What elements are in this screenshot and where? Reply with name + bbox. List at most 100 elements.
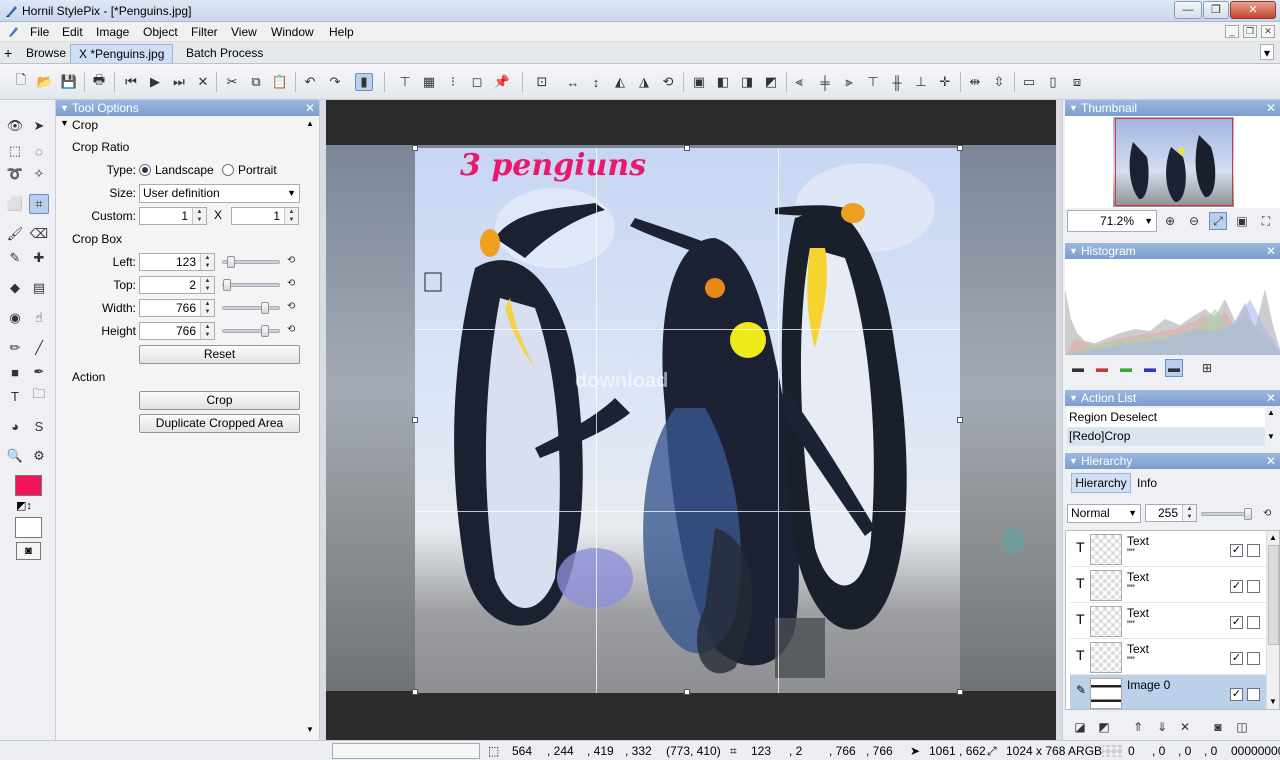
layer-visible-checkbox[interactable]: ✓ xyxy=(1230,544,1243,557)
portrait-label[interactable]: Portrait xyxy=(238,163,277,177)
pencil-icon[interactable]: ✏ xyxy=(5,338,25,358)
spinner-icon[interactable]: ▲ ▼ xyxy=(200,323,214,339)
slider-thumb[interactable] xyxy=(261,325,269,337)
spinner-icon[interactable]: ▲ ▼ xyxy=(192,208,206,224)
smudge-icon[interactable]: ☝ xyxy=(29,308,49,328)
layer-lock-checkbox[interactable] xyxy=(1247,688,1260,701)
grid-icon[interactable]: ▦ xyxy=(420,73,438,91)
arrange-front-icon[interactable]: ▣ xyxy=(690,73,708,91)
copy-icon[interactable]: ⧉ xyxy=(247,73,265,91)
same-width-icon[interactable]: ▭ xyxy=(1020,73,1038,91)
blend-mode-select[interactable]: Normal ▼ xyxy=(1067,504,1141,523)
layer-snapshot-icon[interactable]: ◙ xyxy=(1209,718,1227,736)
healing-icon[interactable]: ✚ xyxy=(29,248,49,268)
align-right-icon[interactable]: ⫸ xyxy=(840,73,858,91)
panel-close-icon[interactable]: ✕ xyxy=(1266,453,1276,469)
crop-handle-bottom-right[interactable] xyxy=(957,689,963,695)
spinner-icon[interactable]: ▲ ▼ xyxy=(200,300,214,316)
layer-visible-checkbox[interactable]: ✓ xyxy=(1230,652,1243,665)
mdi-minimize-button[interactable]: _ xyxy=(1225,25,1239,38)
histogram-red-icon[interactable]: ▬ xyxy=(1093,359,1111,377)
rect-select-icon[interactable]: ⬚ xyxy=(5,141,25,161)
full-screen-icon[interactable]: ⛶ xyxy=(1257,212,1275,230)
tab-penguins[interactable]: X *Penguins.jpg xyxy=(70,44,174,63)
eye-icon[interactable]: 👁 xyxy=(5,116,25,136)
flip-vertical-icon[interactable]: ↕ xyxy=(587,73,605,91)
reset-height-icon[interactable]: ⟲ xyxy=(287,324,295,335)
tab-info[interactable]: Info xyxy=(1137,476,1157,490)
new-layer-icon[interactable]: ◪ xyxy=(1071,718,1089,736)
layer-row[interactable]: T Text "" ✓ xyxy=(1070,639,1266,675)
landscape-label[interactable]: Landscape xyxy=(155,163,214,177)
layer-lock-checkbox[interactable] xyxy=(1247,616,1260,629)
align-top-icon[interactable]: ⊤ xyxy=(864,73,882,91)
scroll-up-icon[interactable]: ▲ xyxy=(1267,408,1275,417)
crop-handle-left[interactable] xyxy=(412,417,418,423)
same-size-icon[interactable]: ⧈ xyxy=(1068,73,1086,91)
guide-icon[interactable]: ⁝ xyxy=(444,73,462,91)
mdi-restore-button[interactable]: ❐ xyxy=(1243,25,1257,38)
move-down-icon[interactable]: ⇓ xyxy=(1153,718,1171,736)
spinner-icon[interactable]: ▲ ▼ xyxy=(200,254,214,270)
reset-button[interactable]: Reset xyxy=(139,345,300,364)
crop-handle-top-left[interactable] xyxy=(412,145,418,151)
zoom-icon[interactable]: 🔍 xyxy=(5,446,25,466)
crop-handle-bottom[interactable] xyxy=(684,689,690,695)
tab-browse[interactable]: Browse xyxy=(18,44,74,63)
align-left-icon[interactable]: ⫷ xyxy=(790,73,808,91)
panel-close-icon[interactable]: ✕ xyxy=(1266,100,1276,116)
scroll-down-icon[interactable]: ▼ xyxy=(306,725,314,734)
collapse-triangle-icon[interactable]: ▼ xyxy=(1069,243,1078,259)
scroll-down-icon[interactable]: ▼ xyxy=(1269,697,1277,706)
ellipse-select-icon[interactable]: ◌ xyxy=(29,141,49,161)
scroll-up-icon[interactable]: ▲ xyxy=(306,119,314,128)
undo-icon[interactable]: ↶ xyxy=(301,73,319,91)
action-list-item[interactable]: [Redo]Crop xyxy=(1067,427,1265,446)
lasso-icon[interactable]: ➰ xyxy=(5,164,25,184)
snap-icon[interactable]: ◻ xyxy=(468,73,486,91)
clone-icon[interactable]: ✎ xyxy=(5,248,25,268)
layer-lock-checkbox[interactable] xyxy=(1247,544,1260,557)
layer-lock-checkbox[interactable] xyxy=(1247,580,1260,593)
redo-icon[interactable]: ↷ xyxy=(326,73,344,91)
slider-thumb[interactable] xyxy=(261,302,269,314)
opacity-input[interactable]: 255 ▲ ▼ xyxy=(1145,504,1197,522)
landscape-radio[interactable] xyxy=(139,164,151,176)
size-select[interactable]: User definition ▼ xyxy=(139,184,300,203)
tab-list-dropdown[interactable]: ▾ xyxy=(1260,44,1275,60)
arrange-back-icon[interactable]: ◩ xyxy=(762,73,780,91)
menu-window[interactable]: Window xyxy=(271,25,314,39)
menu-help[interactable]: Help xyxy=(329,25,354,39)
menu-file[interactable]: File xyxy=(30,25,49,39)
arrange-backward-icon[interactable]: ◨ xyxy=(738,73,756,91)
thumbnail-image[interactable] xyxy=(1113,117,1234,207)
section-triangle-icon[interactable]: ▼ xyxy=(60,118,69,128)
rotate-left-icon[interactable]: ◭ xyxy=(611,73,629,91)
path-icon[interactable]: ✒ xyxy=(29,362,49,382)
scrollbar-thumb[interactable] xyxy=(1268,545,1279,645)
histogram-rgb-icon[interactable]: ▬ xyxy=(1165,359,1183,377)
maximize-button[interactable]: ❐ xyxy=(1203,1,1229,19)
paste-icon[interactable]: 📋 xyxy=(271,73,289,91)
previous-icon[interactable]: ⏮ xyxy=(122,73,140,91)
rotate-free-icon[interactable]: ⟲ xyxy=(659,73,677,91)
transform-icon[interactable]: ⬜ xyxy=(5,194,25,214)
spinner-icon[interactable]: ▲ ▼ xyxy=(284,208,298,224)
fit-canvas-icon[interactable]: ⊡ xyxy=(533,73,551,91)
distribute-horizontal-icon[interactable]: ⇹ xyxy=(966,73,984,91)
next-icon[interactable]: ⏭ xyxy=(170,73,188,91)
crop-handle-top[interactable] xyxy=(684,145,690,151)
layer-row-selected[interactable]: ✎ Image 0 ✓ xyxy=(1070,675,1266,709)
rotate-right-icon[interactable]: ◮ xyxy=(635,73,653,91)
slider-thumb[interactable] xyxy=(227,256,235,268)
align-bottom-icon[interactable]: ⊥ xyxy=(912,73,930,91)
flip-horizontal-icon[interactable]: ↔ xyxy=(564,73,582,91)
tab-hierarchy[interactable]: Hierarchy xyxy=(1071,473,1131,493)
fill-icon[interactable]: ◆ xyxy=(5,278,25,298)
panel-close-icon[interactable]: ✕ xyxy=(305,100,315,116)
layer-row[interactable]: T Text "" ✓ xyxy=(1070,603,1266,639)
scroll-up-icon[interactable]: ▲ xyxy=(1269,533,1277,542)
portrait-radio[interactable] xyxy=(222,164,234,176)
layer-row[interactable]: T Text "" ✓ xyxy=(1070,531,1266,567)
crop-handle-top-right[interactable] xyxy=(957,145,963,151)
